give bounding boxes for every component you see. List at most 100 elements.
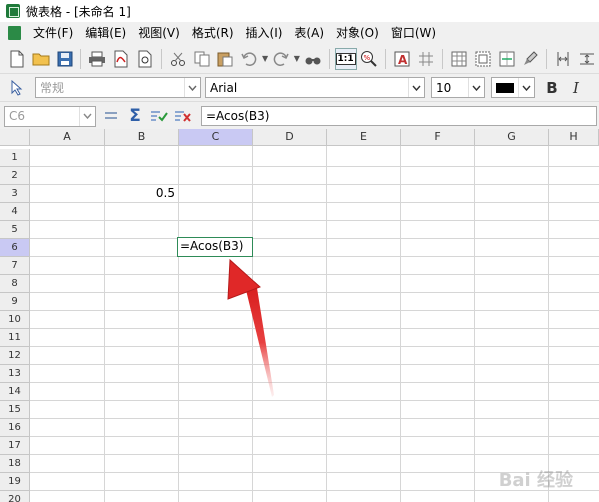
accept-icon[interactable] — [148, 105, 170, 127]
grid-line — [548, 146, 549, 502]
chevron-down-icon[interactable] — [184, 78, 200, 97]
font-size-select[interactable]: 10 — [431, 77, 485, 98]
format-brush-icon[interactable] — [519, 48, 541, 70]
save-icon[interactable] — [54, 48, 76, 70]
row-header-15[interactable]: 15 — [0, 401, 30, 419]
menu-bar: 文件(F) 编辑(E) 视图(V) 格式(R) 插入(I) 表(A) 对象(O)… — [0, 22, 599, 44]
new-file-icon[interactable] — [6, 48, 28, 70]
menu-window[interactable]: 窗口(W) — [385, 23, 442, 43]
grid-line — [30, 166, 599, 167]
select-arrow-icon[interactable] — [6, 77, 28, 99]
row-height-icon[interactable] — [576, 48, 598, 70]
border-icon[interactable] — [472, 48, 494, 70]
paste-icon[interactable] — [214, 48, 236, 70]
menu-insert[interactable]: 插入(I) — [240, 23, 289, 43]
column-header-h[interactable]: H — [549, 129, 599, 146]
redo-icon[interactable] — [270, 48, 292, 70]
selected-cell-c6[interactable]: =Acos(B3) — [177, 237, 253, 257]
cancel-icon[interactable] — [172, 105, 194, 127]
format-toolbar: 常规 Arial 10 B I — [0, 74, 599, 102]
grid-line — [30, 418, 599, 419]
copy-icon[interactable] — [191, 48, 213, 70]
grid-line — [30, 238, 599, 239]
row-header-20[interactable]: 20 — [0, 491, 30, 502]
grid-line — [30, 220, 599, 221]
open-folder-icon[interactable] — [30, 48, 52, 70]
cell-reference-box[interactable]: C6 — [4, 105, 96, 127]
text-box-icon[interactable]: A — [391, 48, 413, 70]
formula-input[interactable]: =Acos(B3) — [201, 106, 597, 126]
column-header-c[interactable]: C — [179, 129, 253, 146]
window-title: 微表格 - [未命名 1] — [26, 4, 131, 19]
grid-line — [30, 274, 599, 275]
row-header-4[interactable]: 4 — [0, 203, 30, 221]
print-icon[interactable] — [86, 48, 108, 70]
grid-line — [400, 146, 401, 502]
zoom-100-icon[interactable]: 1:1 — [334, 47, 357, 70]
sum-icon[interactable]: Σ — [124, 105, 146, 127]
column-header-a[interactable]: A — [30, 129, 105, 146]
row-header-18[interactable]: 18 — [0, 455, 30, 473]
row-header-2[interactable]: 2 — [0, 167, 30, 185]
chevron-down-icon[interactable] — [79, 106, 95, 126]
row-header-3[interactable]: 3 — [0, 185, 30, 203]
row-header-14[interactable]: 14 — [0, 383, 30, 401]
toolbar-separator — [385, 48, 387, 69]
row-header-19[interactable]: 19 — [0, 473, 30, 491]
toolbar-separator — [328, 48, 330, 69]
chevron-down-icon[interactable]: ▼ — [261, 48, 269, 70]
grid-line — [30, 202, 599, 203]
menu-object[interactable]: 对象(O) — [330, 23, 385, 43]
select-all-corner[interactable] — [0, 129, 30, 146]
font-color-select[interactable] — [491, 77, 535, 98]
row-header-9[interactable]: 9 — [0, 293, 30, 311]
grid-line — [30, 310, 599, 311]
row-header-1[interactable]: 1 — [0, 149, 30, 167]
menu-format[interactable]: 格式(R) — [186, 23, 240, 43]
merge-cells-icon[interactable] — [496, 48, 518, 70]
row-header-13[interactable]: 13 — [0, 365, 30, 383]
italic-icon[interactable]: I — [565, 77, 587, 99]
column-header-e[interactable]: E — [327, 129, 401, 146]
row-header-17[interactable]: 17 — [0, 437, 30, 455]
percent-zoom-icon[interactable]: % — [359, 48, 381, 70]
row-header-10[interactable]: 10 — [0, 311, 30, 329]
chevron-down-icon[interactable] — [518, 78, 534, 97]
row-header-6[interactable]: 6 — [0, 239, 30, 257]
cell-b3[interactable]: 0.5 — [105, 185, 175, 202]
chevron-down-icon[interactable]: ▼ — [293, 48, 301, 70]
cut-icon[interactable] — [167, 48, 189, 70]
table-icon[interactable] — [448, 48, 470, 70]
row-header-16[interactable]: 16 — [0, 419, 30, 437]
row-header-5[interactable]: 5 — [0, 221, 30, 239]
row-header-11[interactable]: 11 — [0, 329, 30, 347]
formula-bar: C6 Σ =Acos(B3) — [0, 103, 599, 129]
toolbar-separator — [546, 48, 548, 69]
grid-line — [474, 146, 475, 502]
menu-edit[interactable]: 编辑(E) — [79, 23, 132, 43]
pdf-export-icon[interactable] — [110, 48, 132, 70]
font-select[interactable]: Arial — [205, 77, 425, 98]
column-header-b[interactable]: B — [105, 129, 179, 146]
grid-lines-icon[interactable] — [415, 48, 437, 70]
column-header-d[interactable]: D — [253, 129, 327, 146]
row-header-7[interactable]: 7 — [0, 257, 30, 275]
style-select[interactable]: 常规 — [35, 77, 201, 98]
find-icon[interactable] — [302, 48, 324, 70]
menu-file[interactable]: 文件(F) — [27, 23, 79, 43]
column-header-g[interactable]: G — [475, 129, 549, 146]
bold-icon[interactable]: B — [541, 77, 563, 99]
spreadsheet-grid[interactable]: A B C D E F G H 1 2 3 4 5 6 7 8 9 10 11 … — [0, 129, 599, 502]
column-width-icon[interactable] — [552, 48, 574, 70]
equals-icon[interactable] — [100, 105, 122, 127]
chevron-down-icon[interactable] — [468, 78, 484, 97]
undo-icon[interactable] — [238, 48, 260, 70]
menu-view[interactable]: 视图(V) — [132, 23, 186, 43]
menu-table[interactable]: 表(A) — [288, 23, 330, 43]
chevron-down-icon[interactable] — [408, 78, 424, 97]
row-header-12[interactable]: 12 — [0, 347, 30, 365]
row-header-8[interactable]: 8 — [0, 275, 30, 293]
grid-line — [252, 146, 253, 502]
column-header-f[interactable]: F — [401, 129, 475, 146]
print-preview-icon[interactable] — [134, 48, 156, 70]
